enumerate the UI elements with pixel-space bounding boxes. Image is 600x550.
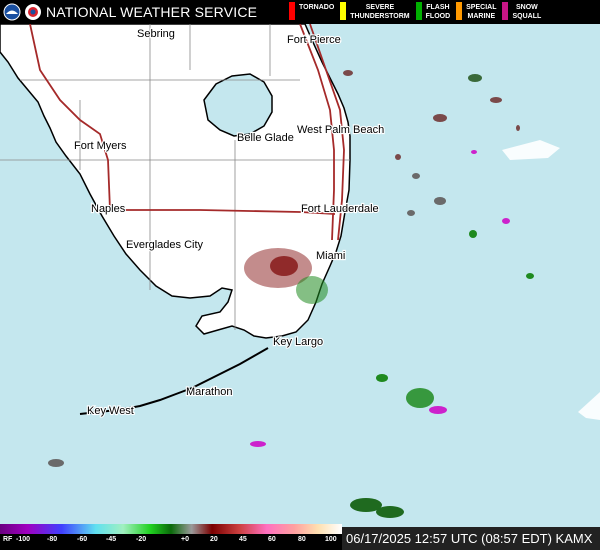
legend-item-flash-flood: FLASH FLOOD (412, 0, 451, 24)
city-label-key-largo: Key Largo (273, 336, 323, 348)
legend-label-snow: SNOW (515, 4, 538, 11)
colorbar-label: 80 (298, 536, 306, 543)
legend-item-special-marine: SPECIAL MARINE (452, 0, 496, 24)
radar-echo-green-miami (296, 276, 328, 304)
city-label-naples: Naples (91, 203, 126, 215)
colorbar-label: -60 (77, 536, 88, 543)
radar-echo-ne-3 (433, 114, 447, 122)
colorbar-gradient (0, 524, 342, 534)
legend-swatch-tornado (289, 2, 295, 20)
legend-label-flood: FLOOD (425, 13, 451, 20)
colorbar-label: 20 (210, 536, 218, 543)
legend-swatch-snow-squall (502, 2, 509, 20)
radar-map[interactable]: Sebring Fort Pierce West Palm Beach Bell… (0, 0, 600, 550)
city-label-fort-pierce: Fort Pierce (287, 34, 341, 46)
radar-echo-se-1 (376, 374, 388, 382)
radar-echo-magenta-south (429, 406, 447, 414)
reflectivity-colorbar: RF -100 -80 -60 -45 -20 +0 20 45 60 80 1… (0, 524, 342, 550)
colorbar-label: +0 (181, 536, 189, 543)
radar-echo-s (250, 441, 266, 447)
radar-echo-bottom2 (376, 506, 404, 518)
noaa-logo (3, 3, 21, 21)
radar-echo-ne-1 (468, 74, 482, 82)
colorbar-label: -100 (16, 536, 31, 543)
legend-label-special: SPECIAL (466, 4, 497, 11)
radar-echo-se-3 (395, 154, 401, 160)
header-title: NATIONAL WEATHER SERVICE (46, 4, 258, 20)
colorbar-label-rf: RF (3, 536, 13, 543)
legend-item-severe-thunderstorm: SEVERE THUNDERSTORM (336, 0, 410, 24)
colorbar-labels: RF -100 -80 -60 -45 -20 +0 20 45 60 80 1… (0, 536, 342, 548)
radar-echo-sw (48, 459, 64, 467)
colorbar-label: -80 (47, 536, 58, 543)
colorbar-label: -45 (106, 536, 117, 543)
city-label-fort-lauderdale: Fort Lauderdale (301, 203, 379, 215)
city-label-sebring: Sebring (137, 28, 175, 40)
city-label-miami: Miami (316, 250, 345, 262)
colorbar-label: 100 (325, 536, 337, 543)
radar-echo-east-1 (434, 197, 446, 205)
radar-echo-east-3 (469, 230, 477, 238)
legend-item-tornado: TORNADO (285, 0, 334, 24)
radar-echo-east-4 (526, 273, 534, 279)
legend-label-squall: SQUALL (512, 13, 542, 20)
colorbar-label: 60 (268, 536, 276, 543)
radar-echo-red-core (270, 256, 298, 276)
agency-logos (3, 3, 41, 21)
legend-label-marine: MARINE (467, 13, 496, 20)
radar-echo-ne-4 (343, 70, 353, 76)
radar-echo-east-2 (502, 218, 510, 224)
radar-echo-se-2 (471, 150, 477, 154)
city-label-belle-glade: Belle Glade (237, 132, 294, 144)
legend-item-snow-squall: SNOW SQUALL (498, 0, 541, 24)
city-label-marathon: Marathon (186, 386, 232, 398)
warning-legend: TORNADO SEVERE THUNDERSTORM FLASH FLOOD SP… (285, 0, 543, 24)
radar-echo-se-5 (407, 210, 415, 216)
radar-echo-ne-2 (490, 97, 502, 103)
legend-label-flash: FLASH (426, 4, 450, 11)
legend-swatch-flash-flood (415, 2, 422, 20)
legend-label-thunderstorm: THUNDERSTORM (350, 13, 410, 20)
legend-swatch-severe-thunderstorm (340, 2, 347, 20)
legend-swatch-special-marine (456, 2, 463, 20)
city-label-west-palm-beach: West Palm Beach (297, 124, 384, 136)
radar-echo-se-6 (516, 125, 520, 131)
timestamp-label: 06/17/2025 12:57 UTC (08:57 EDT) KAMX (342, 527, 600, 550)
city-label-everglades-city: Everglades City (126, 239, 204, 251)
city-label-fort-myers: Fort Myers (74, 140, 127, 152)
header-bar: NATIONAL WEATHER SERVICE TORNADO SEVERE T… (0, 0, 600, 24)
colorbar-label: 45 (239, 536, 247, 543)
legend-label-severe: SEVERE (365, 4, 395, 11)
nws-logo (25, 4, 41, 20)
legend-label-tornado: TORNADO (299, 4, 335, 11)
radar-echo-green-south (406, 388, 434, 408)
radar-echo-se-4 (412, 173, 420, 179)
city-label-key-west: Key West (87, 405, 134, 417)
colorbar-label: -20 (136, 536, 147, 543)
